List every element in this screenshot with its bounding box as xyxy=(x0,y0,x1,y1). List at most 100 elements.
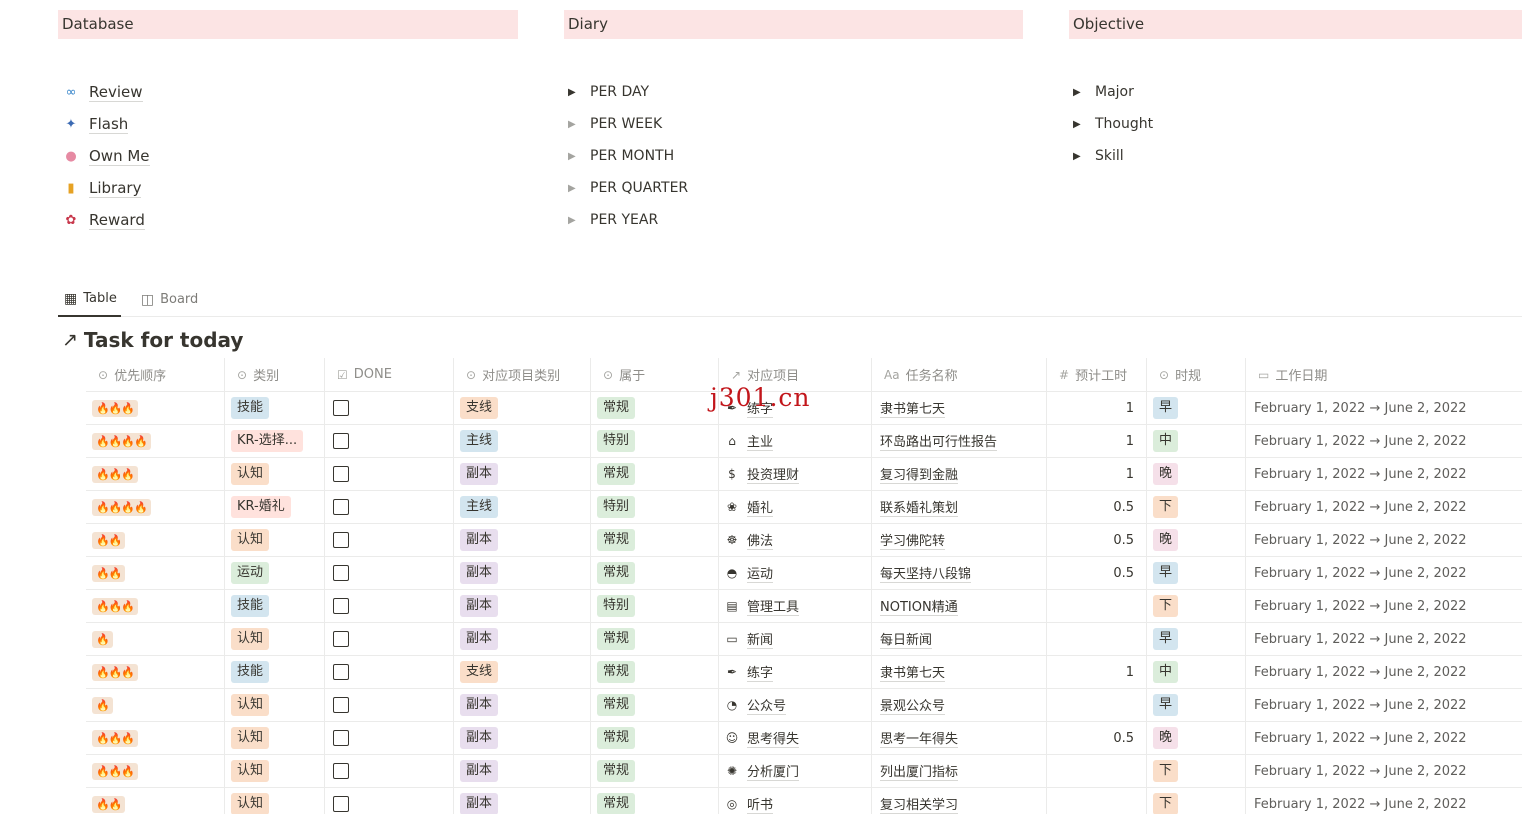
priority-cell[interactable]: 🔥🔥 xyxy=(86,788,225,814)
database-link-reward[interactable]: ✿ Reward xyxy=(58,204,150,236)
done-checkbox[interactable] xyxy=(333,763,349,779)
slot-cell[interactable]: 晚 xyxy=(1147,524,1246,556)
project-cell[interactable]: ▭ 新闻 xyxy=(719,623,872,655)
belongs-cell[interactable]: 常规 xyxy=(591,755,719,787)
database-link-review[interactable]: ∞ Review xyxy=(58,76,150,108)
project-cell[interactable]: $ 投资理财 xyxy=(719,458,872,490)
belongs-cell[interactable]: 特别 xyxy=(591,491,719,523)
project-cell[interactable]: ❀ 婚礼 xyxy=(719,491,872,523)
category-cell[interactable]: 认知 xyxy=(225,722,325,754)
task-name-cell[interactable]: 思考一年得失 xyxy=(872,722,1047,754)
priority-cell[interactable]: 🔥🔥🔥🔥 xyxy=(86,491,225,523)
task-name-cell[interactable]: 学习佛陀转 xyxy=(872,524,1047,556)
project-cell[interactable]: ◎ 听书 xyxy=(719,788,872,814)
work-date-cell[interactable]: February 1, 2022 → June 2, 2022 xyxy=(1246,722,1522,754)
project-link[interactable]: ▤ 管理工具 xyxy=(725,596,800,616)
toggle-triangle-icon[interactable]: ▶ xyxy=(1073,151,1095,162)
project-type-cell[interactable]: 主线 xyxy=(454,491,591,523)
priority-cell[interactable]: 🔥🔥🔥 xyxy=(86,392,225,424)
project-type-cell[interactable]: 副本 xyxy=(454,623,591,655)
slot-cell[interactable]: 早 xyxy=(1147,689,1246,721)
database-link-flash[interactable]: ✦ Flash xyxy=(58,108,150,140)
belongs-cell[interactable]: 常规 xyxy=(591,722,719,754)
task-name-cell[interactable]: 隶书第七天 xyxy=(872,392,1047,424)
task-name-cell[interactable]: 景观公众号 xyxy=(872,689,1047,721)
work-date-cell[interactable]: February 1, 2022 → June 2, 2022 xyxy=(1246,458,1522,490)
work-date-cell[interactable]: February 1, 2022 → June 2, 2022 xyxy=(1246,590,1522,622)
belongs-cell[interactable]: 常规 xyxy=(591,788,719,814)
belongs-cell[interactable]: 常规 xyxy=(591,392,719,424)
toggle-triangle-icon[interactable]: ▶ xyxy=(1073,87,1095,98)
category-cell[interactable]: KR-婚礼 xyxy=(225,491,325,523)
belongs-cell[interactable]: 特别 xyxy=(591,590,719,622)
category-cell[interactable]: KR-选择... xyxy=(225,425,325,457)
priority-cell[interactable]: 🔥🔥🔥 xyxy=(86,590,225,622)
hours-cell[interactable]: 1 xyxy=(1047,392,1147,424)
hours-cell[interactable]: 1 xyxy=(1047,656,1147,688)
project-type-cell[interactable]: 副本 xyxy=(454,458,591,490)
slot-cell[interactable]: 早 xyxy=(1147,623,1246,655)
hours-cell[interactable] xyxy=(1047,689,1147,721)
database-link-own-me[interactable]: ● Own Me xyxy=(58,140,150,172)
project-type-cell[interactable]: 主线 xyxy=(454,425,591,457)
slot-cell[interactable]: 晚 xyxy=(1147,458,1246,490)
project-link[interactable]: ✒ 练字 xyxy=(725,662,774,682)
column-header[interactable]: ☑ DONE xyxy=(325,358,454,391)
project-type-cell[interactable]: 支线 xyxy=(454,656,591,688)
hours-cell[interactable] xyxy=(1047,623,1147,655)
project-type-cell[interactable]: 副本 xyxy=(454,689,591,721)
category-cell[interactable]: 认知 xyxy=(225,458,325,490)
priority-cell[interactable]: 🔥 xyxy=(86,623,225,655)
category-cell[interactable]: 技能 xyxy=(225,656,325,688)
work-date-cell[interactable]: February 1, 2022 → June 2, 2022 xyxy=(1246,755,1522,787)
done-checkbox[interactable] xyxy=(333,565,349,581)
belongs-cell[interactable]: 常规 xyxy=(591,557,719,589)
task-name-cell[interactable]: 隶书第七天 xyxy=(872,656,1047,688)
priority-cell[interactable]: 🔥🔥🔥 xyxy=(86,656,225,688)
project-cell[interactable]: ☺ 思考得失 xyxy=(719,722,872,754)
project-link[interactable]: ❀ 婚礼 xyxy=(725,497,774,517)
priority-cell[interactable]: 🔥 xyxy=(86,689,225,721)
objective-toggle-major[interactable]: ▶ Major xyxy=(1069,76,1153,108)
priority-cell[interactable]: 🔥🔥🔥 xyxy=(86,755,225,787)
belongs-cell[interactable]: 常规 xyxy=(591,623,719,655)
toggle-triangle-icon[interactable]: ▶ xyxy=(568,215,590,226)
toggle-triangle-icon[interactable]: ▶ xyxy=(1073,119,1095,130)
toggle-triangle-icon[interactable]: ▶ xyxy=(568,183,590,194)
column-header[interactable]: Aa 任务名称 xyxy=(872,358,1047,391)
project-type-cell[interactable]: 副本 xyxy=(454,722,591,754)
done-checkbox[interactable] xyxy=(333,631,349,647)
done-checkbox[interactable] xyxy=(333,400,349,416)
task-name-cell[interactable]: 列出厦门指标 xyxy=(872,755,1047,787)
work-date-cell[interactable]: February 1, 2022 → June 2, 2022 xyxy=(1246,557,1522,589)
project-link[interactable]: ◔ 公众号 xyxy=(725,695,787,715)
priority-cell[interactable]: 🔥🔥🔥🔥 xyxy=(86,425,225,457)
toggle-triangle-icon[interactable]: ▶ xyxy=(568,87,590,98)
hours-cell[interactable]: 0.5 xyxy=(1047,557,1147,589)
objective-toggle-skill[interactable]: ▶ Skill xyxy=(1069,140,1153,172)
work-date-cell[interactable]: February 1, 2022 → June 2, 2022 xyxy=(1246,656,1522,688)
task-name-cell[interactable]: NOTION精通 xyxy=(872,590,1047,622)
toggle-triangle-icon[interactable]: ▶ xyxy=(568,119,590,130)
project-link[interactable]: ▭ 新闻 xyxy=(725,629,774,649)
category-cell[interactable]: 认知 xyxy=(225,524,325,556)
project-type-cell[interactable]: 副本 xyxy=(454,557,591,589)
task-name-cell[interactable]: 复习得到金融 xyxy=(872,458,1047,490)
category-cell[interactable]: 技能 xyxy=(225,590,325,622)
done-checkbox[interactable] xyxy=(333,499,349,515)
project-link[interactable]: ☺ 思考得失 xyxy=(725,728,800,748)
project-cell[interactable]: ✺ 分析厦门 xyxy=(719,755,872,787)
priority-cell[interactable]: 🔥🔥🔥 xyxy=(86,458,225,490)
done-checkbox[interactable] xyxy=(333,730,349,746)
task-name-cell[interactable]: 复习相关学习 xyxy=(872,788,1047,814)
category-cell[interactable]: 运动 xyxy=(225,557,325,589)
project-type-cell[interactable]: 支线 xyxy=(454,392,591,424)
column-header[interactable]: # 预计工时 xyxy=(1047,358,1147,391)
slot-cell[interactable]: 中 xyxy=(1147,425,1246,457)
diary-toggle-per-year[interactable]: ▶ PER YEAR xyxy=(564,204,688,236)
objective-toggle-thought[interactable]: ▶ Thought xyxy=(1069,108,1153,140)
tab-table[interactable]: ▦ Table xyxy=(58,282,121,317)
toggle-triangle-icon[interactable]: ▶ xyxy=(568,151,590,162)
project-cell[interactable]: ✒ 练字 xyxy=(719,656,872,688)
priority-cell[interactable]: 🔥🔥 xyxy=(86,557,225,589)
